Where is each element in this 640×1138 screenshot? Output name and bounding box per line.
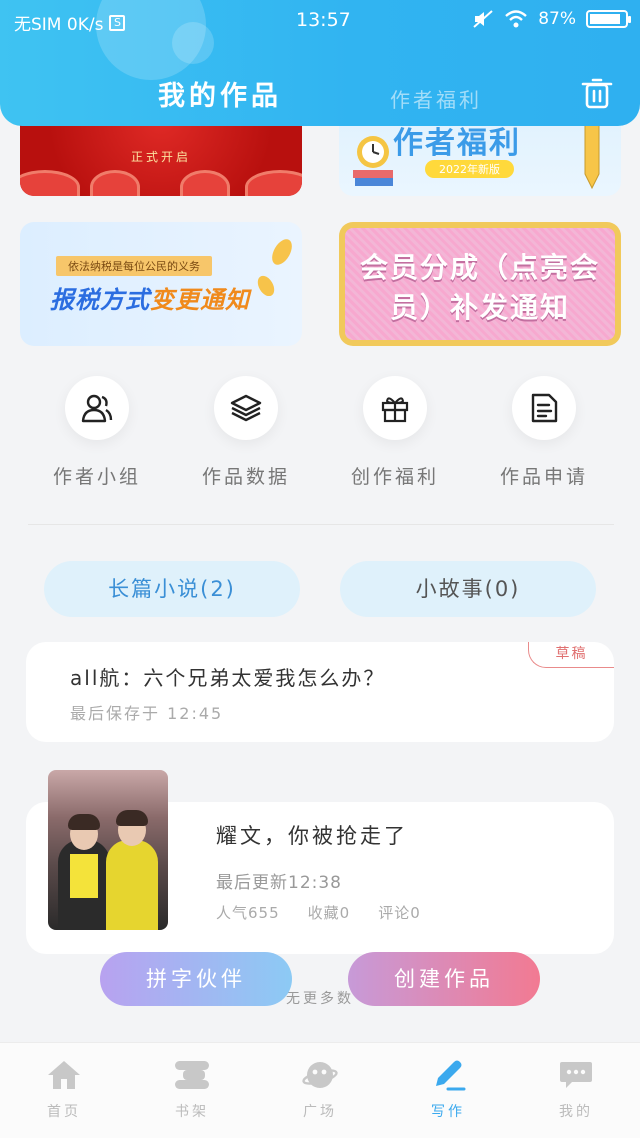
quick-author-group-label: 作者小组 bbox=[52, 466, 141, 488]
draft-badge: 草稿 bbox=[528, 642, 614, 668]
nav-home[interactable]: 首页 bbox=[0, 1057, 128, 1121]
draft-title: all航：六个兄弟太爱我怎么办？ bbox=[70, 666, 386, 690]
cover-head bbox=[116, 810, 148, 846]
draft-saved-time: 最后保存于 12:45 bbox=[70, 704, 224, 723]
mute-icon bbox=[473, 10, 493, 28]
divider bbox=[28, 524, 614, 525]
user-group-icon bbox=[81, 394, 113, 423]
tab-long-novel[interactable]: 长篇小说(2) bbox=[44, 561, 300, 617]
document-icon bbox=[531, 393, 558, 423]
battery-percent: 87% bbox=[538, 9, 576, 29]
quick-work-data-circle bbox=[214, 376, 278, 440]
trash-icon[interactable] bbox=[580, 76, 614, 110]
pencil-icon bbox=[584, 121, 600, 190]
work-popularity: 人气655 bbox=[216, 904, 280, 922]
work-comments: 评论0 bbox=[378, 904, 421, 922]
planet-icon bbox=[302, 1062, 338, 1088]
work-stats: 人气655 收藏0 评论0 bbox=[216, 902, 421, 923]
bottom-nav: 首页 书架 广场 写作 我的 bbox=[0, 1042, 640, 1138]
nav-bookshelf[interactable]: 书架 bbox=[128, 1057, 256, 1121]
work-updated: 最后更新12:38 bbox=[216, 873, 342, 893]
nav-write[interactable]: 写作 bbox=[384, 1057, 512, 1121]
carrier-text: 无SIM 0K/s bbox=[14, 15, 104, 35]
clock-books-icon bbox=[353, 136, 393, 186]
work-favorites: 收藏0 bbox=[307, 904, 351, 922]
nav-me-label: 我的 bbox=[559, 1104, 593, 1120]
decor-cloud bbox=[90, 170, 140, 196]
draft-card[interactable]: all航：六个兄弟太爱我怎么办？ 最后保存于 12:45 草稿 bbox=[26, 642, 614, 742]
clock: 13:57 bbox=[296, 9, 351, 31]
decor-cloud bbox=[245, 170, 302, 196]
nav-square[interactable]: 广场 bbox=[256, 1057, 384, 1121]
nav-square-label: 广场 bbox=[303, 1104, 337, 1120]
decor-cloud bbox=[180, 170, 230, 196]
quick-creation-benefits[interactable]: 创作福利 bbox=[325, 376, 465, 489]
home-icon bbox=[48, 1061, 80, 1089]
banner-member-share[interactable]: 会员分成（点亮会员）补发通知 bbox=[339, 222, 621, 346]
quick-author-group[interactable]: 作者小组 bbox=[27, 376, 167, 489]
coin-icon bbox=[257, 239, 292, 296]
wifi-icon bbox=[505, 10, 528, 28]
status-bar: 无SIM 0K/s S 13:57 87% bbox=[0, 0, 640, 42]
banner-member-share-text: 会员分成（点亮会员）补发通知 bbox=[359, 251, 600, 324]
header: 无SIM 0K/s S 13:57 87% 我的作品 作者福利 bbox=[0, 0, 640, 126]
chat-bubble-icon bbox=[560, 1062, 592, 1088]
nav-home-label: 首页 bbox=[47, 1104, 81, 1120]
battery-fill bbox=[590, 14, 620, 24]
banner-tax-title-a: 报税方式 bbox=[50, 286, 150, 314]
banner-tax-title-b: 变更通知 bbox=[150, 286, 250, 314]
banner-tax-notice[interactable]: 依法纳税是每位公民的义务 报税方式变更通知 bbox=[20, 222, 302, 346]
quick-creation-benefits-circle bbox=[363, 376, 427, 440]
banner-year-badge: 2022年新版 bbox=[425, 160, 514, 178]
banner-launch-subtitle: 正式开启 bbox=[130, 150, 191, 164]
banner-tax-title: 报税方式变更通知 bbox=[50, 280, 250, 315]
s-badge-icon: S bbox=[109, 14, 126, 31]
quick-creation-benefits-label: 创作福利 bbox=[350, 466, 439, 488]
quick-work-apply[interactable]: 作品申请 bbox=[474, 376, 614, 489]
no-more-text: 无更多数 bbox=[286, 991, 354, 1007]
cover-head bbox=[68, 814, 100, 850]
bookshelf-icon bbox=[175, 1061, 209, 1089]
banner-tax-tag: 依法纳税是每位公民的义务 bbox=[56, 256, 212, 276]
layers-icon bbox=[230, 394, 262, 422]
create-work-button[interactable]: 创建作品 bbox=[348, 952, 540, 1006]
quick-work-apply-circle bbox=[512, 376, 576, 440]
writing-partner-button[interactable]: 拼字伙伴 bbox=[100, 952, 292, 1006]
quick-work-apply-label: 作品申请 bbox=[499, 466, 588, 488]
pen-icon bbox=[436, 1060, 466, 1091]
nav-write-label: 写作 bbox=[431, 1104, 465, 1120]
quick-work-data[interactable]: 作品数据 bbox=[176, 376, 316, 489]
tab-my-works[interactable]: 我的作品 bbox=[158, 74, 282, 113]
nav-bookshelf-label: 书架 bbox=[175, 1104, 209, 1120]
decor-cloud bbox=[20, 170, 80, 196]
nav-me[interactable]: 我的 bbox=[512, 1057, 640, 1121]
cover-figure bbox=[106, 840, 158, 930]
cover-figure bbox=[58, 840, 110, 930]
quick-author-group-circle bbox=[65, 376, 129, 440]
battery-icon bbox=[586, 10, 631, 28]
gift-icon bbox=[381, 397, 409, 423]
tab-short-story[interactable]: 小故事(0) bbox=[340, 561, 596, 617]
quick-work-data-label: 作品数据 bbox=[201, 466, 290, 488]
work-title: 耀文，你被抢走了 bbox=[216, 824, 408, 848]
tab-author-benefits[interactable]: 作者福利 bbox=[390, 84, 482, 113]
work-cover-image[interactable] bbox=[48, 770, 168, 930]
